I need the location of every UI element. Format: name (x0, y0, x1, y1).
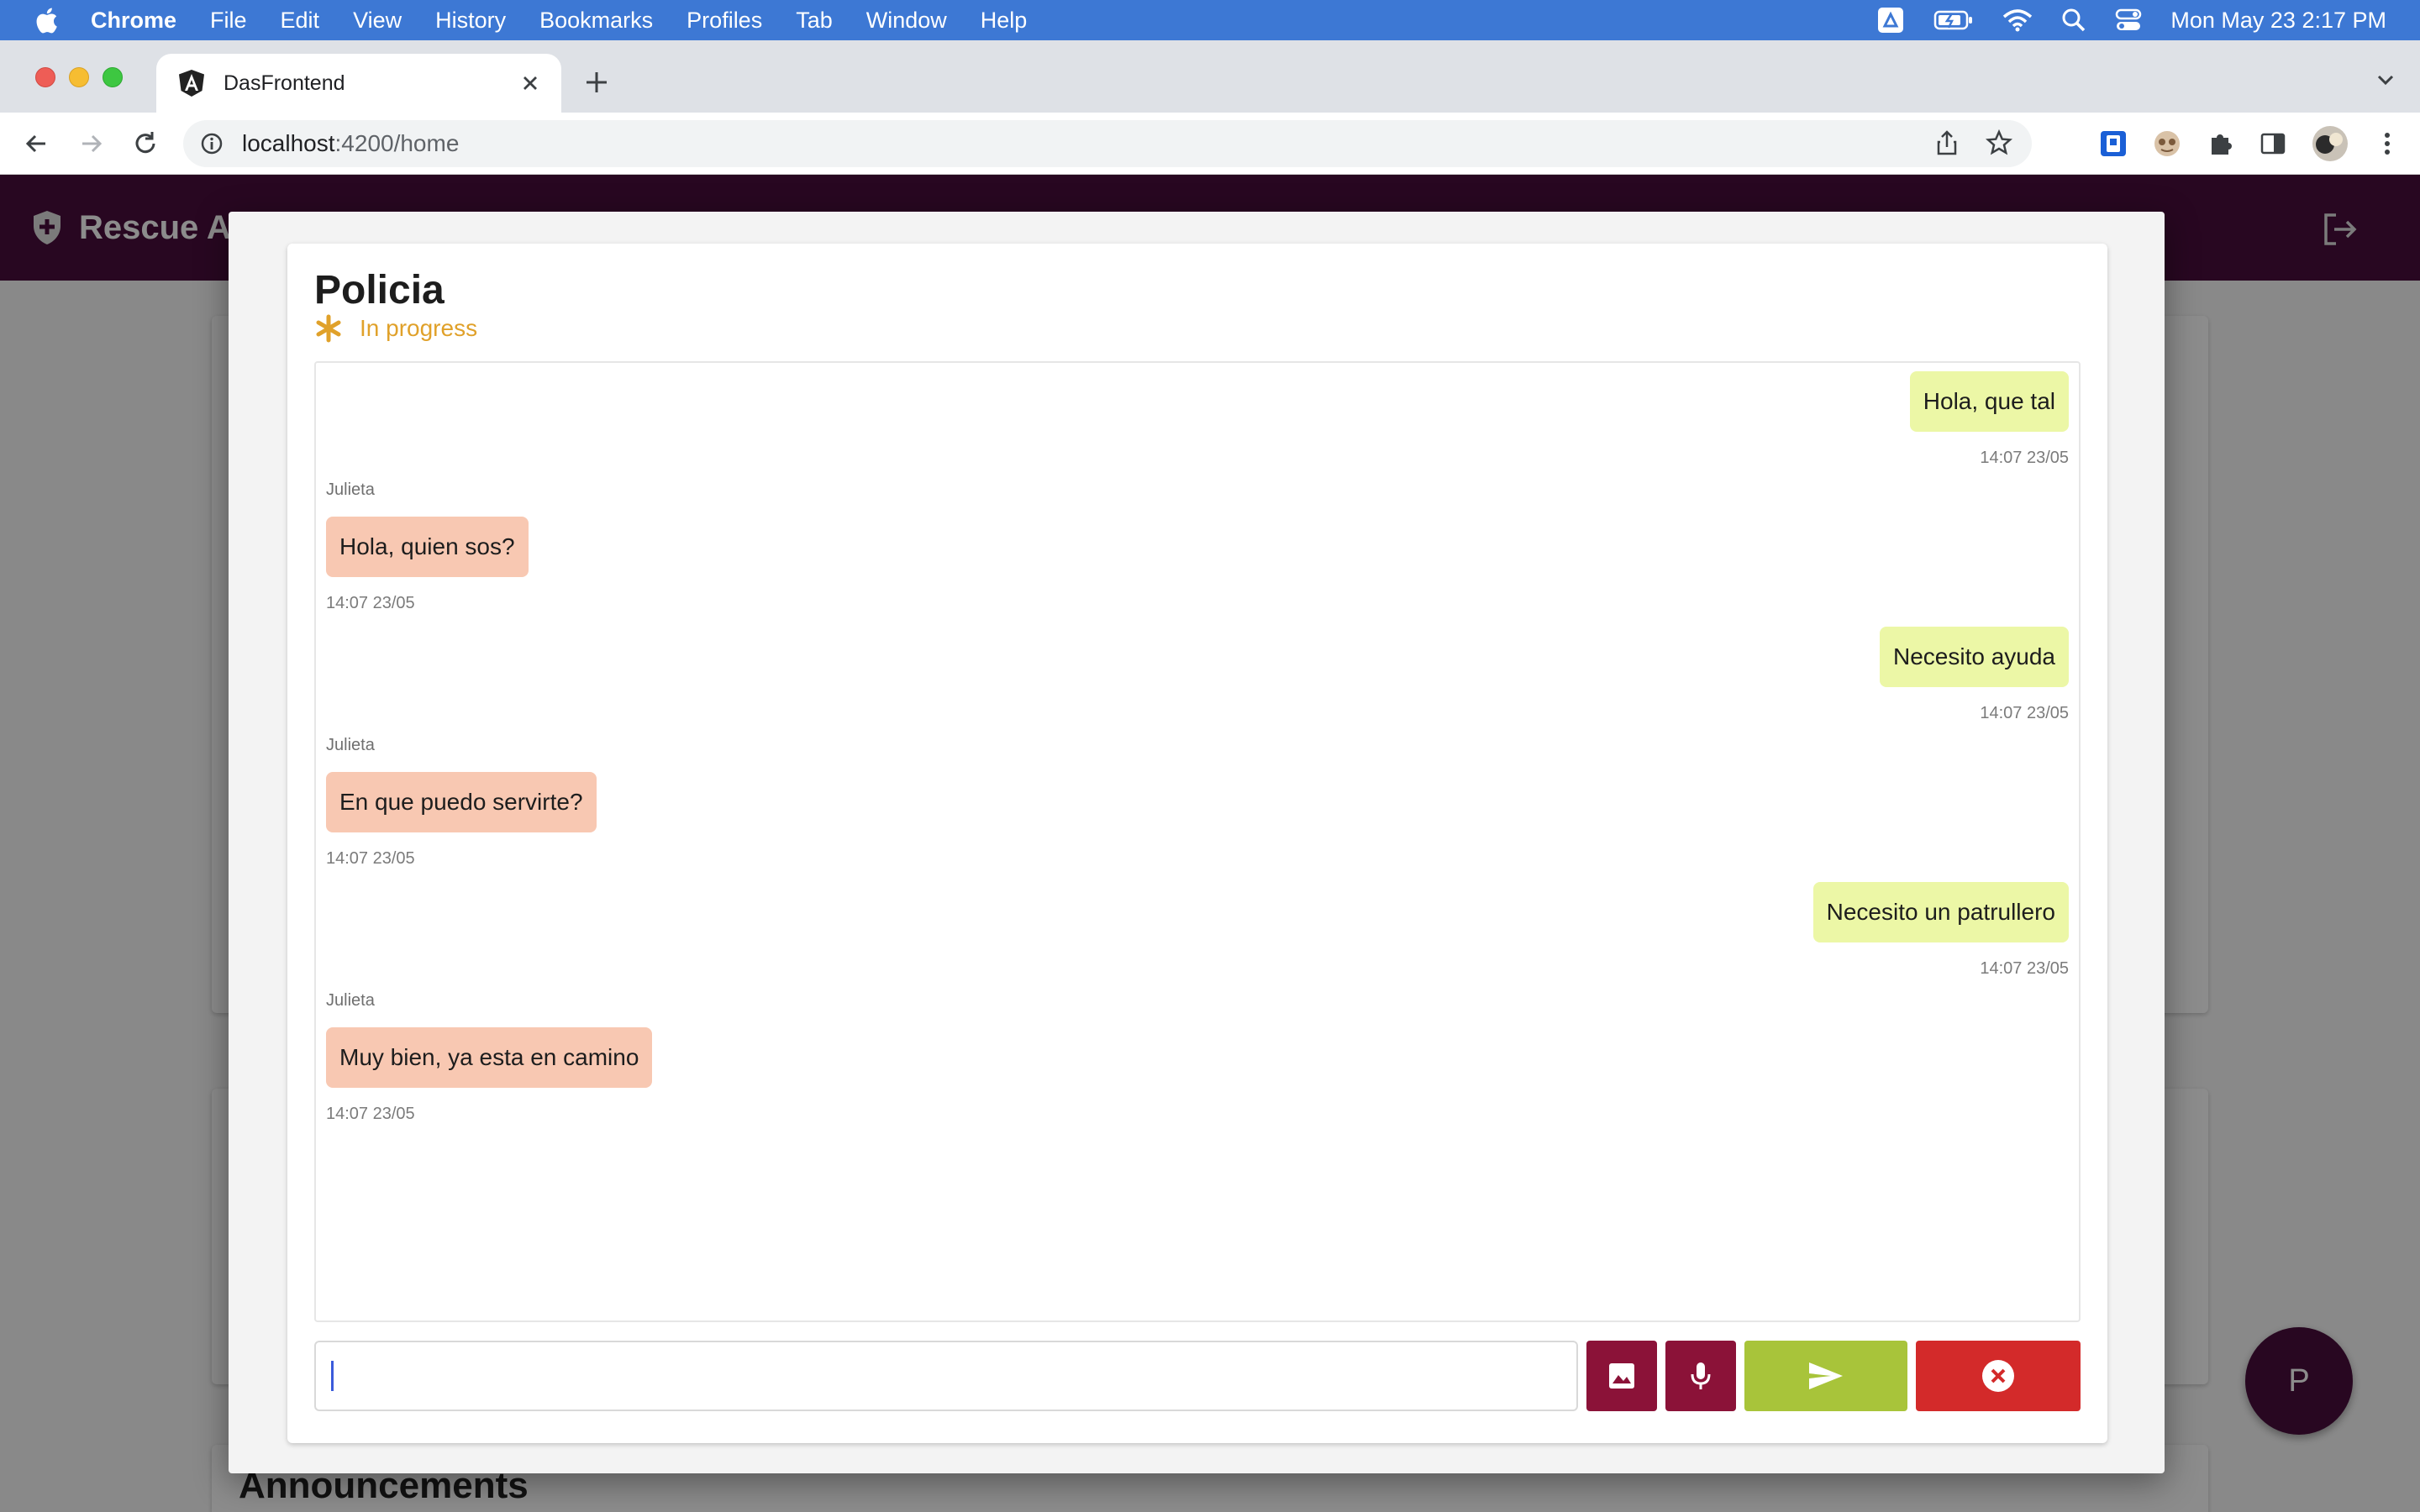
address-bar[interactable]: localhost:4200/home (183, 120, 2032, 167)
side-panel-icon[interactable] (2257, 128, 2289, 160)
message-bubble: Hola, quien sos? (326, 517, 529, 577)
site-info-icon[interactable] (198, 130, 225, 157)
close-circle-icon (1982, 1360, 2014, 1392)
browser-tabstrip: DasFrontend (0, 40, 2420, 113)
message-sender: Julieta (326, 736, 375, 754)
record-audio-button[interactable] (1665, 1341, 1736, 1411)
menubar-status-area: Mon May 23 2:17 PM (1876, 0, 2386, 40)
attach-image-button[interactable] (1586, 1341, 1657, 1411)
asterisk-status-icon (316, 314, 341, 343)
menu-edit[interactable]: Edit (281, 8, 320, 34)
menubar-clock[interactable]: Mon May 23 2:17 PM (2170, 8, 2386, 34)
back-arrow-icon[interactable] (20, 128, 52, 160)
microphone-icon (1691, 1362, 1711, 1389)
message-time: 14:07 23/05 (1980, 959, 2069, 978)
chat-title: Policia (314, 268, 445, 312)
menu-app-chrome[interactable]: Chrome (91, 8, 176, 34)
send-message-button[interactable] (1744, 1341, 1907, 1411)
menu-view[interactable]: View (353, 8, 402, 34)
extensions-puzzle-icon[interactable] (2205, 128, 2237, 160)
window-close-button[interactable] (35, 67, 55, 87)
window-minimize-button[interactable] (69, 67, 89, 87)
tab-close-icon[interactable] (518, 71, 543, 96)
reload-icon[interactable] (129, 128, 161, 160)
message-time: 14:07 23/05 (326, 1105, 415, 1123)
window-maximize-button[interactable] (103, 67, 123, 87)
angular-favicon-icon (179, 70, 204, 97)
message-bubble: En que puedo servirte? (326, 772, 597, 832)
message-bubble: Muy bien, ya esta en camino (326, 1027, 653, 1088)
message-incoming: Julieta Hola, quien sos? 14:07 23/05 (326, 480, 529, 613)
new-tab-plus-icon[interactable] (580, 66, 613, 99)
url-host: localhost (242, 130, 335, 156)
image-icon (1609, 1363, 1634, 1389)
control-center-icon[interactable] (2115, 8, 2142, 33)
message-outgoing: Hola, que tal 14:07 23/05 (1909, 371, 2069, 468)
share-icon[interactable] (1933, 129, 1961, 157)
spotlight-search-icon[interactable] (2061, 8, 2086, 33)
url-path: :4200/home (334, 130, 460, 156)
browser-menu-kebab-icon[interactable] (2371, 128, 2403, 160)
tab-search-chevron-icon[interactable] (2373, 67, 2398, 92)
message-composer (314, 1341, 2081, 1411)
message-bubble: Necesito ayuda (1879, 627, 2069, 687)
text-caret (331, 1361, 334, 1391)
apple-logo-icon[interactable] (34, 6, 59, 34)
url-text[interactable]: localhost:4200/home (242, 130, 459, 157)
message-sender: Julieta (326, 991, 375, 1010)
close-chat-button[interactable] (1916, 1341, 2081, 1411)
tab-title: DasFrontend (224, 71, 345, 95)
message-time: 14:07 23/05 (1980, 704, 2069, 722)
chat-dialog: Policia In progress Hola, que tal 14:07 … (229, 212, 2165, 1473)
message-time: 14:07 23/05 (326, 849, 415, 868)
address-bar-actions (1933, 129, 2013, 157)
message-outgoing: Necesito un patrullero 14:07 23/05 (1812, 882, 2069, 979)
message-time: 14:07 23/05 (326, 594, 415, 612)
send-icon (1809, 1362, 1843, 1389)
message-bubble: Necesito un patrullero (1812, 882, 2069, 942)
menu-history[interactable]: History (435, 8, 506, 34)
drive-icon[interactable] (1876, 6, 1905, 34)
menu-window[interactable]: Window (866, 8, 947, 34)
chat-status-text: In progress (360, 315, 478, 341)
extension-bitwarden-icon[interactable] (2097, 128, 2129, 160)
message-time: 14:07 23/05 (1980, 449, 2069, 467)
profile-avatar-icon[interactable] (2311, 124, 2349, 163)
menu-bookmarks[interactable]: Bookmarks (539, 8, 653, 34)
forward-arrow-icon[interactable] (76, 128, 108, 160)
wifi-icon[interactable] (2002, 8, 2033, 32)
menu-file[interactable]: File (210, 8, 247, 34)
chat-card: Policia In progress Hola, que tal 14:07 … (287, 244, 2107, 1443)
message-input[interactable] (314, 1341, 1578, 1411)
browser-tab-active[interactable]: DasFrontend (156, 54, 561, 113)
extension-avatar-icon[interactable] (2151, 128, 2183, 160)
macos-menubar: Chrome File Edit View History Bookmarks … (0, 0, 2420, 40)
browser-toolbar: localhost:4200/home (0, 113, 2420, 175)
message-incoming: Julieta Muy bien, ya esta en camino 14:0… (326, 991, 653, 1124)
message-sender: Julieta (326, 480, 375, 499)
bookmark-star-icon[interactable] (1985, 129, 2013, 157)
menu-profiles[interactable]: Profiles (687, 8, 762, 34)
menu-help[interactable]: Help (981, 8, 1028, 34)
message-incoming: Julieta En que puedo servirte? 14:07 23/… (326, 736, 597, 869)
message-outgoing: Necesito ayuda 14:07 23/05 (1879, 627, 2069, 723)
message-list[interactable]: Hola, que tal 14:07 23/05 Julieta Hola, … (314, 361, 2081, 1322)
chat-status: In progress (314, 314, 477, 343)
message-bubble: Hola, que tal (1909, 371, 2069, 432)
battery-icon[interactable] (1933, 8, 1974, 32)
menu-tab[interactable]: Tab (796, 8, 833, 34)
